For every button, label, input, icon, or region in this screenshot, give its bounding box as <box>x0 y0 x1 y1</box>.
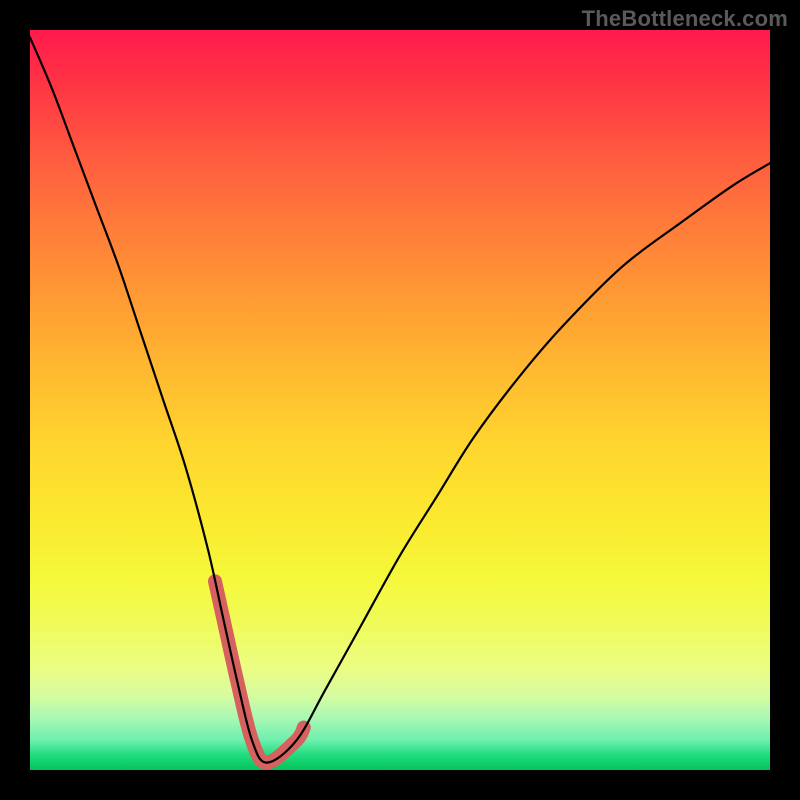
watermark-text: TheBottleneck.com <box>582 6 788 32</box>
optimum-highlight <box>215 581 304 762</box>
bottleneck-curve <box>30 37 770 762</box>
chart-frame: TheBottleneck.com <box>0 0 800 800</box>
curve-layer <box>30 30 770 770</box>
plot-area <box>30 30 770 770</box>
